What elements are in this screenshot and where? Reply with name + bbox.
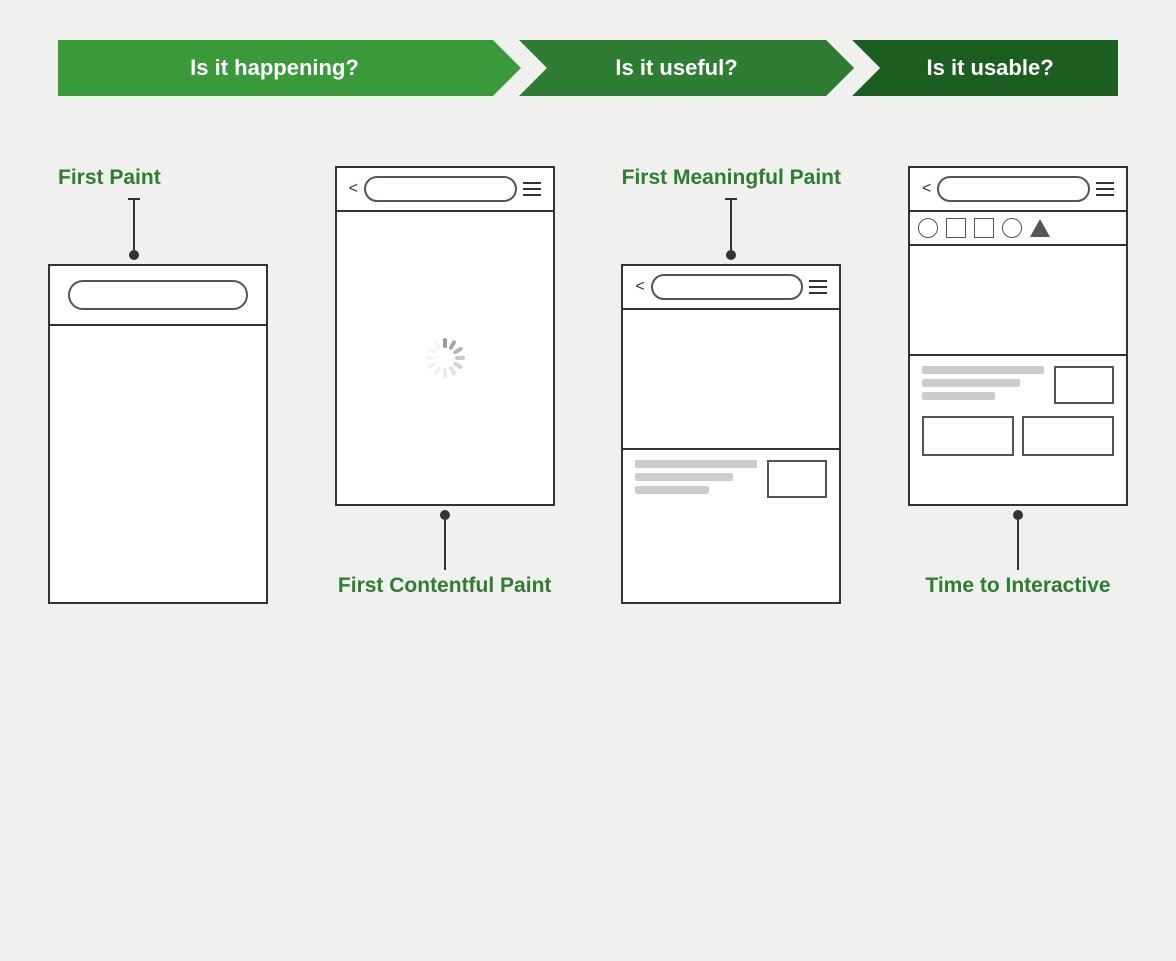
phone4-search-bar [937, 176, 1090, 202]
text-line-3-2 [635, 473, 733, 481]
phone3-back-icon: < [635, 278, 644, 296]
menu-line-4-1 [1096, 182, 1114, 184]
arrow-happening-label: Is it happening? [190, 55, 359, 81]
phone2-search-bar [364, 176, 517, 202]
main-content: First Paint < [48, 156, 1128, 604]
fmp-label: First Meaningful Paint [622, 166, 841, 190]
menu-line-2 [523, 188, 541, 190]
connector-line-1 [133, 200, 135, 250]
text-line-4-1 [922, 366, 1044, 374]
phone2-menu-icon [523, 182, 541, 196]
phone4-info [910, 356, 1126, 504]
tab-square-icon-2 [974, 218, 994, 238]
connector-line-fmp [730, 200, 732, 250]
tti-label: Time to Interactive [925, 574, 1110, 598]
text-line-3-3 [635, 486, 708, 494]
menu-line-3-2 [809, 286, 827, 288]
phone4-back-icon: < [922, 180, 931, 198]
menu-line-3-1 [809, 280, 827, 282]
phone4-image-area [910, 246, 1126, 356]
tti-connector-below [1013, 510, 1023, 570]
phone4-tabs [910, 212, 1126, 246]
text-line-4-3 [922, 392, 995, 400]
screens-row: First Paint < [48, 156, 1128, 604]
phone2-header: < [337, 168, 553, 212]
connector-dot-tti [1013, 510, 1023, 520]
arrow-usable: Is it usable? [852, 40, 1118, 96]
phone2-back-icon: < [349, 180, 358, 198]
tab-triangle-icon [1030, 219, 1050, 237]
text-line-4-2 [922, 379, 1020, 387]
phone1-header [50, 266, 266, 326]
phone-wireframe-4: < [908, 166, 1128, 506]
menu-line-1 [523, 182, 541, 184]
arrow-happening: Is it happening? [58, 40, 521, 96]
phone3-header: < [623, 266, 839, 310]
fcp-label: First Contentful Paint [338, 574, 552, 598]
fcp-connector-below [440, 510, 450, 570]
fmp-connector-above [725, 198, 737, 260]
banner: Is it happening? Is it useful? Is it usa… [58, 40, 1118, 96]
connector-dot-1 [129, 250, 139, 260]
phone1-body [50, 326, 266, 602]
menu-line-3-3 [809, 292, 827, 294]
phone4-header: < [910, 168, 1126, 212]
phone1-search-bar [68, 280, 248, 310]
phone2-body [337, 212, 553, 504]
phone4-btn-lg-2 [1022, 416, 1114, 456]
first-paint-connector-above [48, 198, 140, 260]
phone-wireframe-2: < [335, 166, 555, 506]
connector-line-fcp [444, 520, 446, 570]
text-line-3-1 [635, 460, 757, 468]
menu-line-4-2 [1096, 188, 1114, 190]
tab-circle-icon [918, 218, 938, 238]
phone3-info-row [635, 460, 827, 498]
menu-line-3 [523, 194, 541, 196]
arrow-useful-label: Is it useful? [615, 55, 737, 81]
first-paint-label: First Paint [48, 166, 161, 190]
phone3-text-lines [635, 460, 757, 494]
phone3-info [623, 450, 839, 602]
phone4-btn-lg-1 [922, 416, 1014, 456]
phone3-search-bar [651, 274, 804, 300]
screen-column-fcp: < [335, 166, 555, 598]
phone4-buttons-row [922, 416, 1114, 456]
phone-wireframe-1 [48, 264, 268, 604]
phone4-menu-icon [1096, 182, 1114, 196]
arrow-useful: Is it useful? [519, 40, 854, 96]
phone3-menu-icon [809, 280, 827, 294]
phone3-btn [767, 460, 827, 498]
tab-circle-icon-2 [1002, 218, 1022, 238]
screen-column-tti: < [908, 166, 1128, 598]
phone4-btn-sm [1054, 366, 1114, 404]
phone-wireframe-3: < [621, 264, 841, 604]
loading-spinner-icon [419, 332, 471, 384]
arrow-usable-label: Is it usable? [927, 55, 1054, 81]
screen-column-first-paint: First Paint [48, 166, 268, 604]
phone3-image-area [623, 310, 839, 450]
phone4-text-lines [922, 366, 1044, 400]
screen-column-fmp: First Meaningful Paint < [621, 166, 841, 604]
tab-square-icon-1 [946, 218, 966, 238]
connector-line-tti [1017, 520, 1019, 570]
connector-dot-fmp [726, 250, 736, 260]
menu-line-4-3 [1096, 194, 1114, 196]
phone4-info-row [922, 366, 1114, 404]
connector-dot-fcp [440, 510, 450, 520]
